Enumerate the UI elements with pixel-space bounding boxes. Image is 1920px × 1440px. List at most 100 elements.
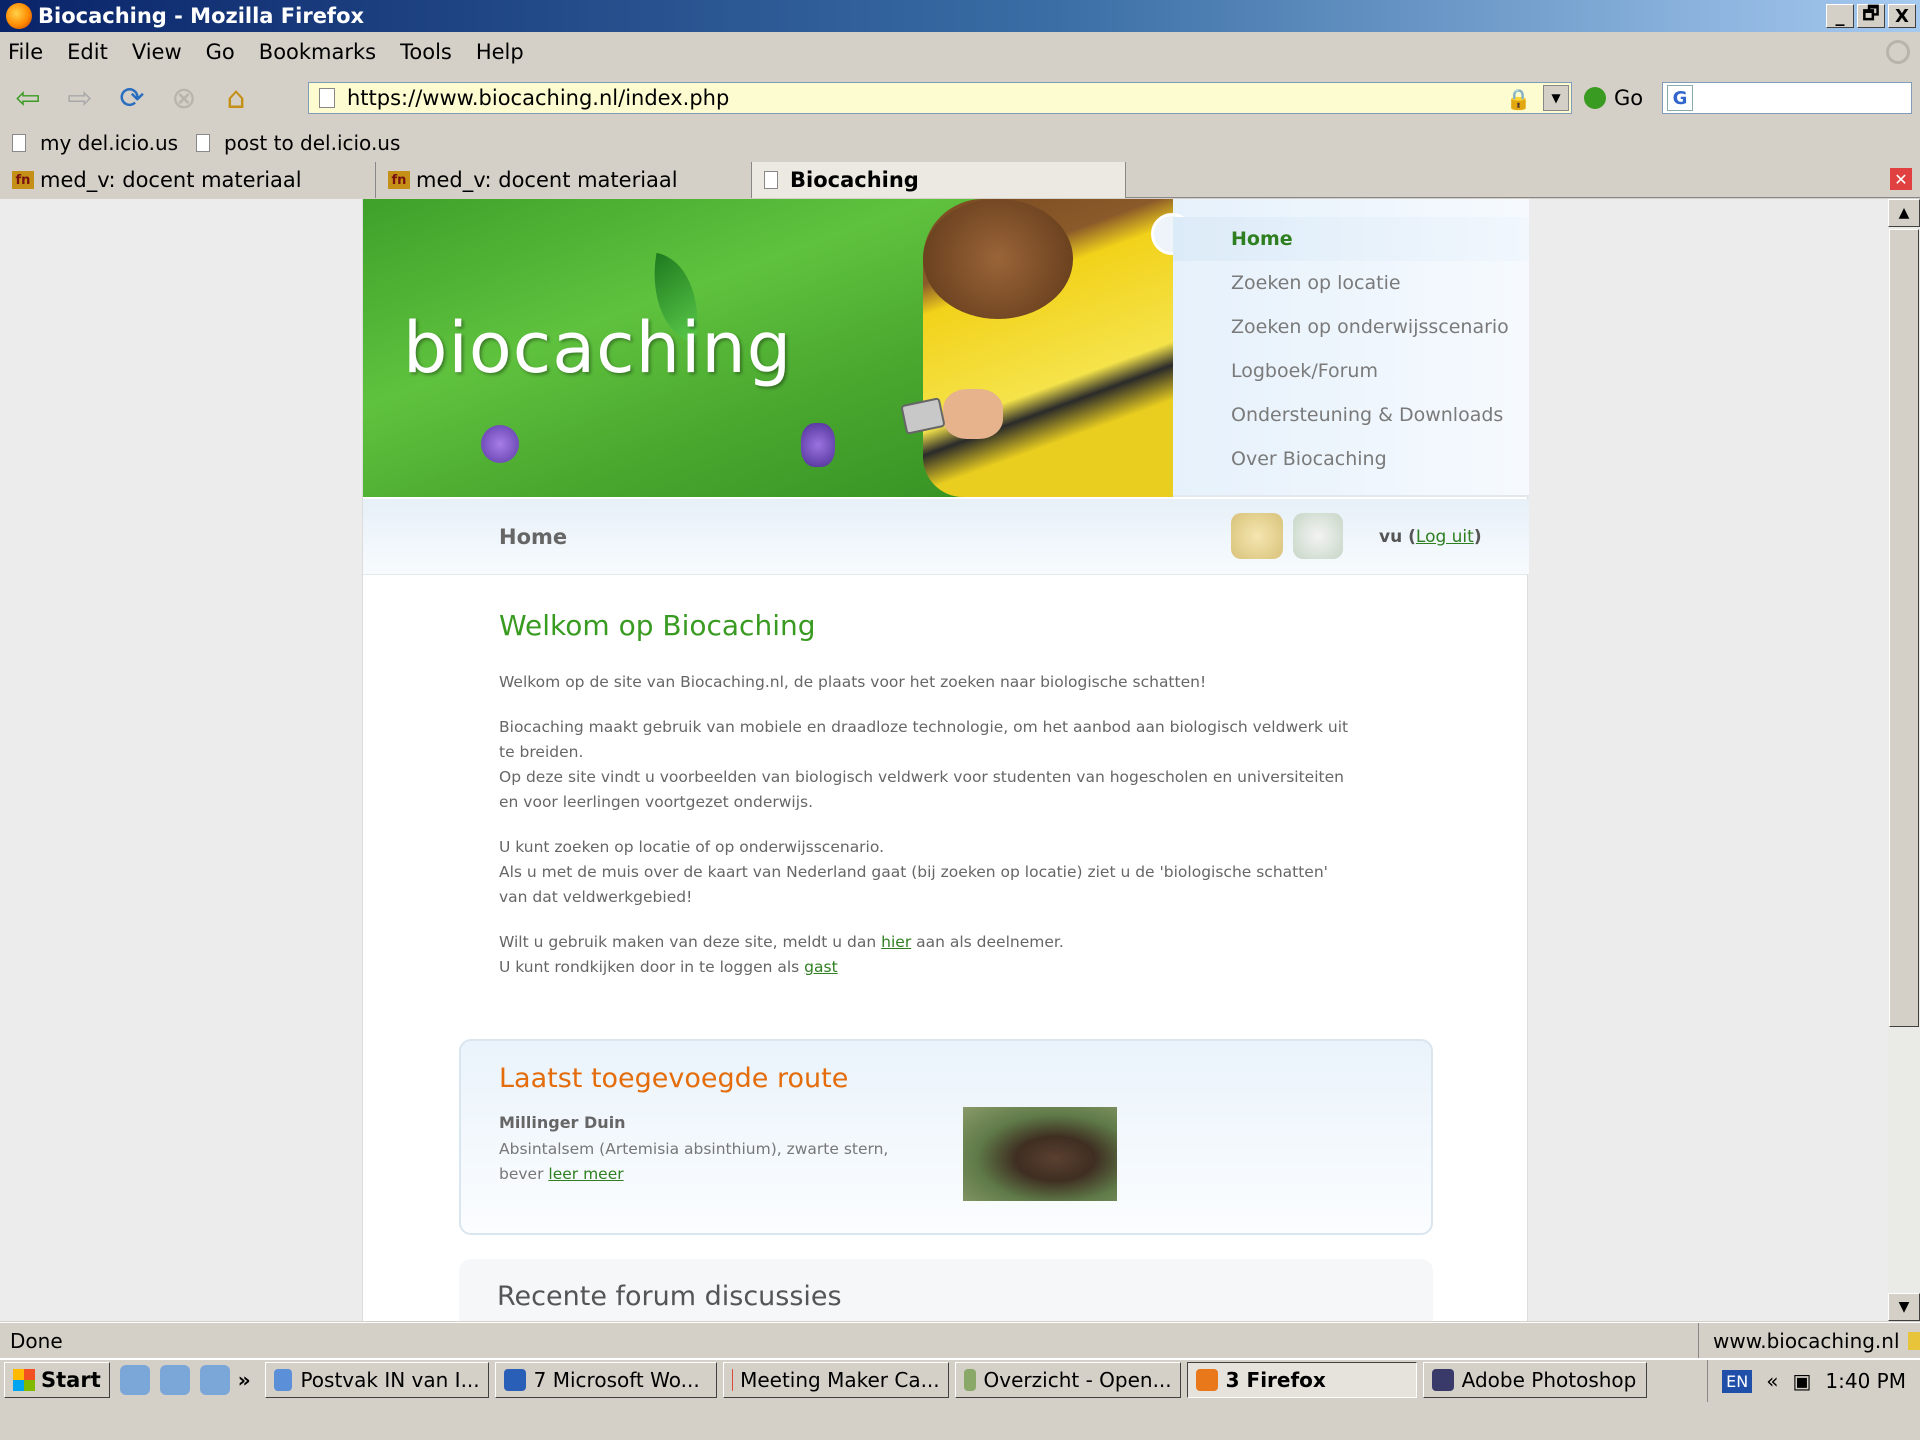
start-button[interactable]: Start [4, 1362, 110, 1398]
page-viewport: biocaching Home Zoeken op locatie Zoeken… [0, 199, 1888, 1321]
intro-paragraph: Welkom op de site van Biocaching.nl, de … [499, 673, 1207, 691]
bookmark-label: my del.icio.us [40, 131, 179, 155]
tab-med-v-2[interactable]: fn med_v: docent materiaal [376, 162, 752, 198]
nav-zoeken-onderwijsscenario[interactable]: Zoeken op onderwijsscenario [1173, 305, 1529, 349]
start-label: Start [41, 1368, 101, 1392]
logout-link[interactable]: Log uit [1416, 527, 1474, 547]
task-photoshop[interactable]: Adobe Photoshop [1422, 1362, 1647, 1398]
photoshop-icon [1431, 1369, 1454, 1391]
language-indicator[interactable]: EN [1722, 1369, 1753, 1393]
flower-image [481, 425, 519, 463]
back-button[interactable]: ⇦ [8, 78, 48, 118]
outlook-icon [273, 1369, 293, 1391]
learn-more-link[interactable]: leer meer [548, 1165, 623, 1183]
bookmark-my-delicious[interactable]: my del.icio.us [12, 131, 178, 155]
word-icon [503, 1369, 526, 1391]
technology-text: Biocaching maakt gebruik van mobiele en … [499, 718, 1349, 761]
go-button[interactable]: Go [1584, 82, 1643, 114]
page-icon [12, 134, 26, 152]
menu-tools[interactable]: Tools [400, 40, 452, 64]
task-label: Adobe Photoshop [1461, 1368, 1637, 1392]
examples-text: Op deze site vindt u voorbeelden van bio… [499, 768, 1344, 811]
flower-image [801, 423, 835, 467]
site-navigation: Home Zoeken op locatie Zoeken op onderwi… [1151, 199, 1529, 497]
menu-bookmarks[interactable]: Bookmarks [259, 40, 376, 64]
tray-app-icon[interactable]: ▣ [1793, 1369, 1812, 1393]
search-paragraph: U kunt zoeken op locatie of op onderwijs… [499, 835, 1359, 910]
taskbar: Start » Postvak IN van I... 7 Microsoft … [0, 1358, 1920, 1402]
latest-route-title: Laatst toegevoegde route [499, 1063, 849, 1094]
task-label: Meeting Maker Ca... [740, 1368, 940, 1392]
main-content: Welkom op Biocaching Welkom op de site v… [499, 609, 1359, 1000]
fn-icon: fn [12, 171, 34, 189]
url-dropdown-button[interactable]: ▼ [1543, 85, 1569, 111]
task-outlook[interactable]: Postvak IN van I... [264, 1362, 489, 1398]
notebook-icon[interactable] [1231, 513, 1283, 559]
window-titlebar: Biocaching - Mozilla Firefox _ 🗗 X [0, 0, 1920, 32]
reload-button[interactable]: ⟳ [112, 78, 152, 118]
close-button[interactable]: X [1888, 4, 1916, 28]
tab-biocaching[interactable]: Biocaching [752, 162, 1126, 198]
scroll-thumb[interactable] [1889, 229, 1919, 1027]
address-bar[interactable]: https://www.biocaching.nl/index.php 🔒 ▼ [308, 82, 1572, 114]
bookmark-label: post to del.icio.us [224, 131, 401, 155]
go-icon [1584, 87, 1606, 109]
menu-view[interactable]: View [132, 40, 182, 64]
task-overzicht[interactable]: Overzicht - Open... [954, 1362, 1181, 1398]
scroll-up-button[interactable]: ▲ [1888, 199, 1920, 227]
nav-zoeken-locatie[interactable]: Zoeken op locatie [1173, 261, 1529, 305]
menu-go[interactable]: Go [206, 40, 235, 64]
menu-edit[interactable]: Edit [67, 40, 108, 64]
signup-text: Wilt u gebruik maken van deze site, meld… [499, 933, 882, 951]
tray-chevron[interactable]: « [1766, 1369, 1778, 1393]
page-icon [196, 134, 211, 152]
page-title: Welkom op Biocaching [499, 609, 816, 642]
forward-button[interactable]: ⇨ [60, 78, 100, 118]
system-tray: EN « ▣ 1:40 PM [1707, 1360, 1920, 1402]
menu-help[interactable]: Help [476, 40, 524, 64]
nav-home[interactable]: Home [1173, 217, 1529, 261]
breadcrumb-bar: Home vu (Log uit) [363, 499, 1529, 575]
vertical-scrollbar[interactable]: ▲ ▼ [1888, 199, 1920, 1321]
menu-file[interactable]: File [8, 40, 43, 64]
stop-button[interactable]: ⊗ [164, 78, 204, 118]
bookmark-post-delicious[interactable]: post to del.icio.us [196, 131, 400, 155]
task-label: Overzicht - Open... [983, 1368, 1172, 1392]
close-tab-button[interactable]: ✕ [1890, 168, 1912, 190]
beaver-image[interactable] [963, 1107, 1117, 1201]
guest-link[interactable]: gast [804, 958, 838, 976]
reload-icon: ⟳ [119, 80, 145, 116]
task-meeting-maker[interactable]: Meeting Maker Ca... [722, 1362, 949, 1398]
user-info: vu (Log uit) [1379, 527, 1482, 547]
google-search-icon[interactable]: G [1667, 85, 1693, 111]
home-button[interactable]: ⌂ [216, 78, 256, 118]
signup-text-end: aan als deelnemer. [911, 933, 1064, 951]
window-controls: _ 🗗 X [1826, 3, 1916, 28]
signup-link[interactable]: hier [881, 933, 911, 951]
status-bar: Done www.biocaching.nl [0, 1322, 1920, 1359]
site-logo[interactable]: biocaching [403, 307, 792, 389]
task-word[interactable]: 7 Microsoft Wo... [494, 1362, 717, 1398]
nav-ondersteuning-downloads[interactable]: Ondersteuning & Downloads [1173, 393, 1529, 437]
task-firefox[interactable]: 3 Firefox [1186, 1362, 1417, 1398]
nav-logboek-forum[interactable]: Logboek/Forum [1173, 349, 1529, 393]
url-text[interactable]: https://www.biocaching.nl/index.php [347, 86, 729, 110]
forward-arrow-icon: ⇨ [67, 80, 93, 116]
quicklaunch-icon[interactable] [119, 1365, 150, 1395]
signup-paragraph: Wilt u gebruik maken van deze site, meld… [499, 930, 1359, 980]
throbber-icon [1886, 40, 1910, 64]
route-description: Absintalsem (Artemisia absinthium), zwar… [499, 1137, 899, 1187]
quicklaunch-chevron[interactable]: » [238, 1368, 251, 1392]
tab-med-v-1[interactable]: fn med_v: docent materiaal [0, 162, 376, 198]
nav-over-biocaching[interactable]: Over Biocaching [1173, 437, 1529, 481]
users-icon[interactable] [1293, 513, 1343, 559]
quicklaunch-icon[interactable] [159, 1365, 190, 1395]
minimize-button[interactable]: _ [1826, 4, 1854, 28]
search-text: U kunt zoeken op locatie of op onderwijs… [499, 838, 885, 856]
search-input[interactable]: G [1662, 82, 1912, 114]
quicklaunch-icon[interactable] [199, 1365, 230, 1395]
guest-text: U kunt rondkijken door in te loggen als [499, 958, 805, 976]
scroll-down-button[interactable]: ▼ [1888, 1293, 1920, 1321]
task-label: 7 Microsoft Wo... [533, 1368, 700, 1392]
restore-button[interactable]: 🗗 [1857, 3, 1885, 28]
